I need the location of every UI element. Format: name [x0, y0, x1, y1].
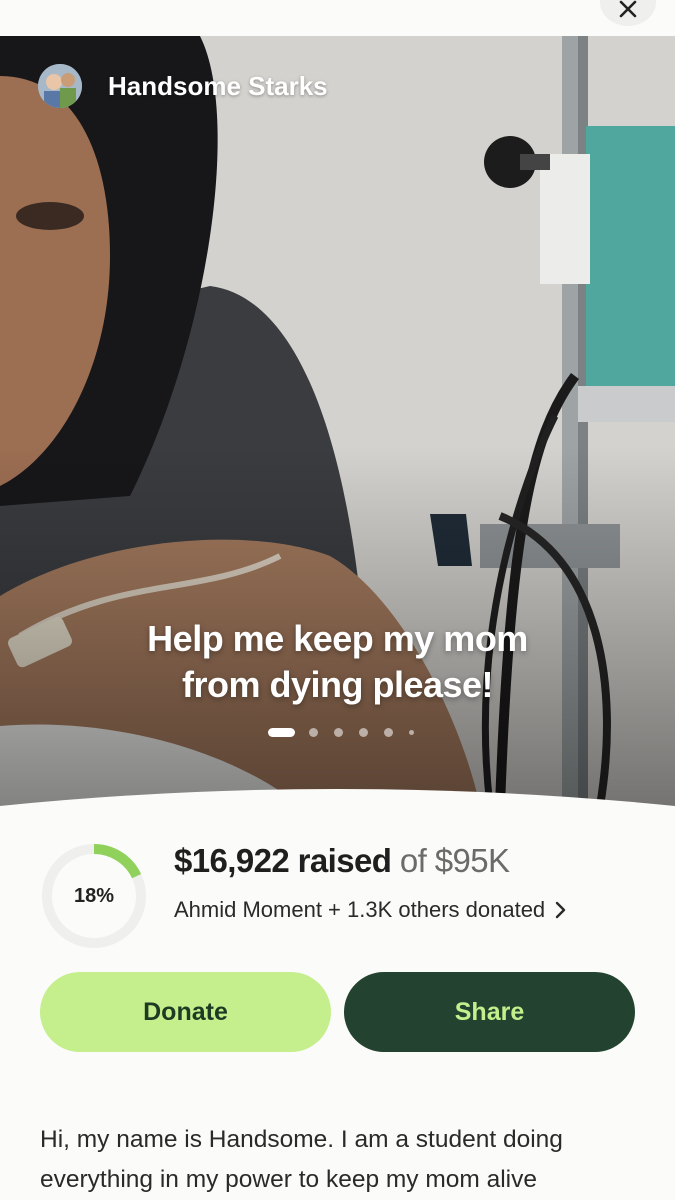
title-line-2: from dying please!: [181, 664, 494, 705]
close-button[interactable]: [600, 0, 656, 26]
carousel-dot-5[interactable]: [384, 728, 393, 737]
carousel-dot-6[interactable]: [409, 730, 414, 735]
donors-text: Ahmid Moment + 1.3K others donated: [174, 897, 546, 922]
campaign-story: Hi, my name is Handsome. I am a student …: [40, 1126, 563, 1193]
donors-link[interactable]: Ahmid Moment + 1.3K others donated: [174, 897, 567, 923]
title-line-1: Help me keep my mom: [147, 618, 528, 659]
amount-raised: $16,922 raised of $95K: [174, 842, 510, 880]
top-bar: [0, 0, 675, 36]
carousel-dot-1[interactable]: [268, 728, 295, 737]
progress-ring: 18%: [40, 842, 148, 950]
close-icon: [619, 0, 637, 18]
hero-curve: [0, 789, 675, 840]
progress-percent: 18%: [73, 884, 115, 907]
donate-button[interactable]: Donate: [40, 972, 331, 1052]
avatar: [38, 64, 82, 108]
chevron-right-icon: [555, 901, 566, 919]
hero-image-carousel[interactable]: Handsome Starks Help me keep my mom from…: [0, 36, 675, 806]
campaign-title: Help me keep my mom from dying please!: [60, 616, 615, 708]
raised-amount: $16,922 raised: [174, 842, 392, 879]
goal-amount: of $95K: [399, 842, 510, 879]
organizer-name: Handsome Starks: [108, 70, 328, 101]
organizer[interactable]: Handsome Starks: [38, 64, 328, 108]
carousel-dot-4[interactable]: [359, 728, 368, 737]
carousel-dot-3[interactable]: [334, 728, 343, 737]
share-button[interactable]: Share: [344, 972, 635, 1052]
carousel-pagination[interactable]: [268, 728, 430, 737]
carousel-dot-2[interactable]: [309, 728, 318, 737]
